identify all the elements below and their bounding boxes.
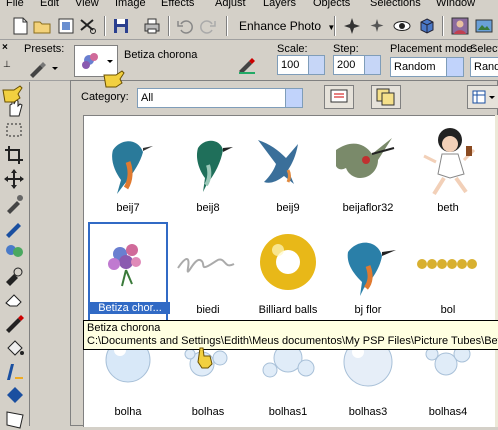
tube-thumbnail-grid: beij7 beij8 beij9 beijaflor32 beth Betiz… <box>83 115 498 427</box>
menu-view[interactable]: View <box>75 0 99 9</box>
selection-mode-select[interactable]: Rando <box>470 57 498 77</box>
open-folder-icon[interactable] <box>32 16 52 36</box>
presets-label: Presets: <box>24 43 65 55</box>
undo-icon[interactable] <box>175 16 195 36</box>
portrait-icon[interactable] <box>450 16 470 36</box>
step-value: 200 <box>337 59 356 71</box>
flower-bouquet-thumbnail <box>108 244 141 287</box>
tube-name: Betiza chorona <box>124 49 198 61</box>
deform-tool-icon[interactable] <box>3 408 27 430</box>
category-label: Category: <box>81 91 129 103</box>
shape-tool-icon[interactable] <box>3 384 27 406</box>
list-item-selected[interactable]: Betiza chor... <box>88 222 170 322</box>
tools-palette <box>0 82 30 429</box>
menu-adjust[interactable]: Adjust <box>215 0 246 9</box>
hummingbird-thumbnail <box>336 138 395 178</box>
list-item[interactable]: beijaflor32 <box>328 120 408 220</box>
browse-icon[interactable] <box>56 16 76 36</box>
print-icon[interactable] <box>142 16 162 36</box>
menu-selections[interactable]: Selections <box>370 0 421 9</box>
close-icon[interactable]: × <box>2 42 8 53</box>
category-value: All <box>141 92 154 104</box>
tool-options-bar: × ⊥ Presets: Betiza chorona Scale: 100 S… <box>0 41 498 81</box>
scale-label: Scale: <box>277 43 308 55</box>
hummingbird-thumbnail <box>258 140 298 184</box>
placement-mode-label: Placement mode: <box>390 43 476 55</box>
retouch-tool-icon[interactable] <box>3 264 27 286</box>
hand-cursor-icon <box>100 63 126 89</box>
hand-cursor-icon <box>194 346 216 370</box>
presets-dropdown[interactable] <box>24 57 64 79</box>
sparkle-effect-icon[interactable] <box>342 16 362 36</box>
menu-bar: File Edit View Image Effects Adjust Laye… <box>0 0 498 12</box>
star-brush-icon[interactable] <box>367 16 387 36</box>
enhance-photo-label: Enhance Photo <box>239 19 322 33</box>
resource-manager-button[interactable] <box>324 85 354 109</box>
crop-print-icon[interactable] <box>78 16 98 36</box>
menu-effects[interactable]: Effects <box>161 0 194 9</box>
save-icon[interactable] <box>111 16 131 36</box>
placement-mode-value: Random <box>394 61 436 73</box>
new-file-icon[interactable] <box>10 16 30 36</box>
eraser-tool-icon[interactable] <box>3 288 27 310</box>
category-select[interactable]: All <box>137 88 303 108</box>
list-item[interactable]: beth <box>408 120 488 220</box>
enhance-photo-dropdown[interactable]: Enhance Photo ▼ <box>236 16 338 36</box>
picture-tube-tool-icon[interactable] <box>3 312 27 334</box>
list-item[interactable]: bol <box>408 222 488 322</box>
menu-edit[interactable]: Edit <box>40 0 59 9</box>
tooltip-title: Betiza chorona <box>87 322 161 334</box>
list-item[interactable]: biedi <box>168 222 248 322</box>
standard-toolbar: Enhance Photo ▼ <box>0 13 498 40</box>
clone-tool-icon[interactable] <box>3 240 27 262</box>
step-spinner[interactable]: 200 <box>333 55 381 75</box>
signature-thumbnail <box>177 258 235 273</box>
effects-browser-icon[interactable] <box>474 16 494 36</box>
move-tool-icon[interactable] <box>3 168 27 190</box>
spin-arrows-icon[interactable] <box>364 56 380 74</box>
chevron-down-icon[interactable] <box>446 58 463 76</box>
crop-tool-icon[interactable] <box>3 144 27 166</box>
scale-spinner[interactable]: 100 <box>277 55 325 75</box>
list-item[interactable]: bj flor <box>328 222 408 322</box>
dropper-tool-icon[interactable] <box>3 192 27 214</box>
red-eye-icon[interactable] <box>392 16 412 36</box>
tube-brush-icon[interactable] <box>236 55 258 75</box>
menu-layers[interactable]: Layers <box>263 0 296 9</box>
picture-tube-browser: Category: All beij7 beij8 beij9 beijaflo… <box>70 80 498 427</box>
view-menu-button[interactable] <box>467 85 498 109</box>
kingfisher-thumbnail <box>112 141 153 194</box>
menu-objects[interactable]: Objects <box>313 0 350 9</box>
billiard-ball-thumbnail <box>260 234 316 290</box>
selection-tool-icon[interactable] <box>3 120 27 142</box>
chevron-down-icon[interactable] <box>285 89 302 107</box>
selection-mode-label: Selecti <box>470 43 498 55</box>
kingfisher-thumbnail <box>347 242 396 296</box>
list-item[interactable]: beij8 <box>168 120 248 220</box>
tube-path-tooltip: Betiza chorona C:\Documents and Settings… <box>83 320 498 350</box>
selection-mode-value: Rando <box>474 61 498 73</box>
step-label: Step: <box>333 43 359 55</box>
redo-icon[interactable] <box>198 16 218 36</box>
menu-image[interactable]: Image <box>115 0 146 9</box>
list-item[interactable]: beij9 <box>248 120 328 220</box>
placement-mode-select[interactable]: Random <box>390 57 464 77</box>
pin-icon[interactable]: ⊥ <box>3 59 11 70</box>
brush-tool-icon[interactable] <box>3 216 27 238</box>
menu-window[interactable]: Window <box>436 0 475 9</box>
hand-cursor-icon <box>0 80 24 104</box>
betty-boop-thumbnail <box>423 128 476 196</box>
spin-arrows-icon[interactable] <box>308 56 324 74</box>
list-item[interactable]: Billiard balls <box>248 222 328 322</box>
kingfisher-thumbnail <box>196 140 233 192</box>
scale-value: 100 <box>281 59 300 71</box>
text-tool-icon[interactable] <box>3 360 27 382</box>
tooltip-path: C:\Documents and Settings\Edith\Meus doc… <box>87 335 498 347</box>
fill-tool-icon[interactable] <box>3 336 27 358</box>
copy-resource-button[interactable] <box>371 85 401 109</box>
cube-icon[interactable] <box>417 16 437 36</box>
list-item[interactable]: beij7 <box>88 120 168 220</box>
menu-file[interactable]: File <box>6 0 24 9</box>
pearl-border-thumbnail <box>417 259 477 269</box>
